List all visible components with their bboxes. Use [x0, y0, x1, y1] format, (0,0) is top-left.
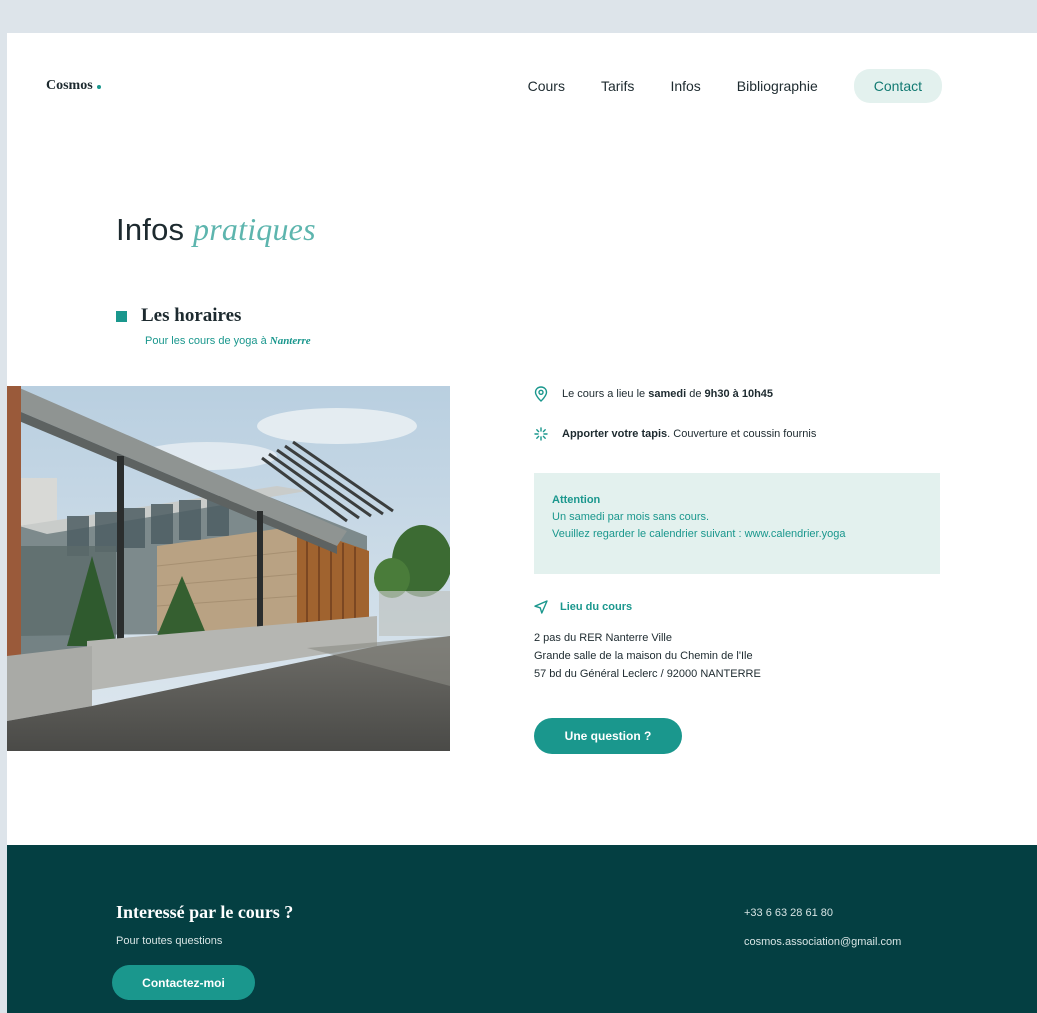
- page-title-plain: Infos: [116, 212, 185, 247]
- page: Cosmos Cours Tarifs Infos Bibliographie …: [7, 33, 1037, 1013]
- address-line-2: Grande salle de la maison du Chemin de l…: [534, 650, 753, 662]
- sparkle-loader-icon: [534, 427, 548, 441]
- attention-notice: Attention Un samedi par mois sans cours.…: [534, 473, 940, 574]
- footer-email[interactable]: cosmos.association@gmail.com: [744, 936, 901, 948]
- address-line-1: 2 pas du RER Nanterre Ville: [534, 632, 672, 644]
- section-subtitle-place: Nanterre: [269, 335, 311, 347]
- main-nav: Cours Tarifs Infos Bibliographie Contact: [528, 69, 942, 103]
- info-time-range: 9h30 à 10h45: [704, 388, 774, 400]
- logo-dot-icon: [96, 85, 101, 89]
- location-heading: Lieu du cours: [534, 600, 632, 614]
- info-mat: Apporter votre tapis. Couverture et cous…: [534, 427, 816, 441]
- location-title: Lieu du cours: [560, 601, 633, 613]
- section-heading: Les horaires: [116, 305, 241, 327]
- info-time-mid: de: [689, 388, 702, 400]
- footer-phone[interactable]: +33 6 63 28 61 80: [744, 907, 833, 919]
- info-mat-rest: . Couverture et coussin fournis: [667, 428, 817, 440]
- footer: Interessé par le cours ? Pour toutes que…: [7, 845, 1037, 1013]
- page-title-italic: pratiques: [193, 211, 316, 247]
- section-subtitle: Pour les cours de yoga à Nanterre: [145, 335, 311, 347]
- info-schedule: Le cours a lieu le samedi de 9h30 à 10h4…: [534, 386, 773, 402]
- nav-item-infos[interactable]: Infos: [670, 78, 700, 94]
- nav-item-tarifs[interactable]: Tarifs: [601, 78, 634, 94]
- square-bullet-icon: [116, 310, 127, 322]
- contact-me-button[interactable]: Contactez-moi: [112, 965, 255, 1000]
- nav-item-cours[interactable]: Cours: [528, 78, 565, 94]
- nav-item-bibliographie[interactable]: Bibliographie: [737, 78, 818, 94]
- logo-text: Cosmos: [46, 78, 93, 93]
- logo[interactable]: Cosmos: [46, 78, 101, 94]
- footer-subtitle: Pour toutes questions: [116, 935, 223, 947]
- question-button[interactable]: Une question ?: [534, 718, 682, 754]
- location-address: 2 pas du RER Nanterre Ville Grande salle…: [534, 629, 761, 683]
- address-line-3: 57 bd du Général Leclerc / 92000 NANTERR…: [534, 668, 761, 680]
- info-mat-bold: Apporter votre tapis: [562, 428, 668, 440]
- info-time-prefix: Le cours a lieu le: [562, 388, 646, 400]
- send-arrow-icon: [534, 600, 548, 614]
- footer-title: Interessé par le cours ?: [116, 902, 294, 922]
- info-time-day: samedi: [648, 388, 687, 400]
- building-photo: [7, 386, 450, 751]
- nav-contact-button[interactable]: Contact: [853, 69, 942, 103]
- info-schedule-text: Le cours a lieu le samedi de 9h30 à 10h4…: [562, 388, 773, 400]
- info-mat-text: Apporter votre tapis. Couverture et cous…: [562, 428, 816, 440]
- section-subtitle-prefix: Pour les cours de yoga à: [145, 335, 267, 347]
- section-title: Les horaires: [141, 305, 242, 326]
- location-pin-icon: [534, 386, 548, 402]
- attention-line-2: Veuillez regarder le calendrier suivant …: [552, 528, 846, 540]
- building-illustration: [7, 386, 450, 751]
- page-title: Infos pratiques: [116, 211, 316, 248]
- attention-title: Attention: [552, 494, 601, 506]
- attention-line-1: Un samedi par mois sans cours.: [552, 511, 710, 523]
